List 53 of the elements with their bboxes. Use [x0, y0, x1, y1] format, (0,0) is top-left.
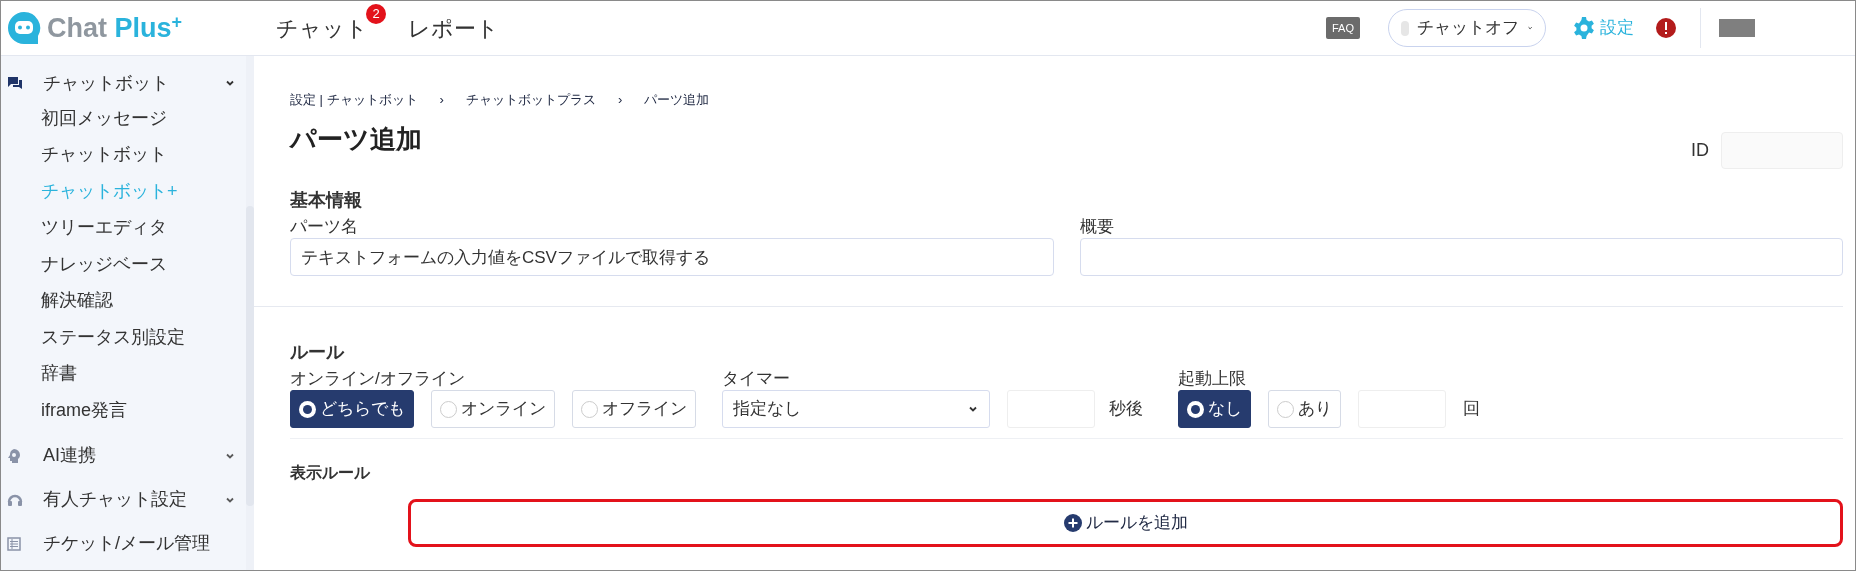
alert-icon[interactable]: [1656, 18, 1676, 38]
breadcrumb-link[interactable]: 設定 | チャットボット: [290, 90, 418, 110]
logo-text: Chat Plus$^{+}$: [47, 10, 183, 45]
sidebar-item[interactable]: ナレッジベース: [7, 246, 236, 283]
sidebar-item[interactable]: チャットボット: [7, 136, 236, 173]
sidebar-group[interactable]: 有人チャット設定: [7, 482, 236, 517]
chat-bubbles-icon: [7, 76, 23, 90]
page-title: パーツ追加: [290, 123, 422, 156]
sidebar-item[interactable]: 初回メッセージ: [7, 100, 236, 137]
faq-button[interactable]: FAQ: [1326, 16, 1360, 40]
settings-icon: [1572, 16, 1596, 40]
sidebar-item[interactable]: 解決確認: [7, 282, 236, 319]
nav-link[interactable]: チャット: [276, 11, 368, 45]
radio-option[interactable]: あり: [1268, 390, 1341, 428]
id-label: ID: [1691, 139, 1709, 162]
text-field[interactable]: テキストフォームの入力値をCSVファイルで取得する: [290, 238, 1054, 276]
breadcrumb-separator: ›: [617, 91, 623, 110]
breadcrumb-separator: ›: [439, 91, 444, 110]
list-icon: [7, 536, 21, 551]
field-label: タイマー: [722, 368, 791, 390]
notification-badge: 2: [366, 3, 386, 24]
section-heading: ルール: [290, 341, 346, 364]
breadcrumb-link[interactable]: パーツ追加: [644, 90, 710, 110]
sidebar-item[interactable]: 辞書: [7, 355, 236, 392]
unit-label: 秒後: [1109, 398, 1143, 421]
field-label: 概要: [1079, 216, 1115, 238]
breadcrumb-link[interactable]: チャットボットプラス: [465, 90, 596, 110]
sidebar-item[interactable]: ツリーエディタ: [7, 209, 236, 246]
sidebar-group[interactable]: チケット/メール管理: [7, 526, 236, 561]
sidebar-item[interactable]: iframe発言: [7, 392, 236, 429]
sidebar-group[interactable]: AI連携: [7, 438, 236, 473]
field-label: 起動上限: [1178, 368, 1247, 390]
text-field[interactable]: [1079, 238, 1843, 276]
section-heading: 表示ルール: [290, 463, 371, 483]
scrollbar-thumb[interactable]: [246, 206, 254, 506]
head-icon: [7, 447, 21, 464]
timer-select[interactable]: 指定なし: [722, 390, 990, 428]
radio-option[interactable]: どちらでも: [290, 390, 414, 428]
sidebar-group[interactable]: チャットボット: [7, 66, 236, 100]
radio-option[interactable]: オンライン: [431, 390, 555, 428]
plus-circle-icon: [1063, 514, 1082, 532]
field-label: パーツ名: [290, 216, 359, 238]
add-rule-button[interactable]: ルールを追加: [408, 499, 1843, 547]
unit-label: 回: [1463, 398, 1480, 421]
user-avatar-block[interactable]: [1719, 19, 1755, 37]
field-label: オンライン/オフライン: [290, 368, 466, 390]
logo-chat-bubble-icon: [5, 9, 43, 47]
headset-icon: [7, 492, 23, 507]
section-heading: 基本情報: [290, 189, 363, 212]
nav-link[interactable]: レポート: [408, 11, 499, 45]
sidebar-item[interactable]: ステータス別設定: [7, 319, 236, 356]
radio-option[interactable]: なし: [1178, 390, 1251, 428]
radio-option[interactable]: オフライン: [572, 390, 696, 428]
